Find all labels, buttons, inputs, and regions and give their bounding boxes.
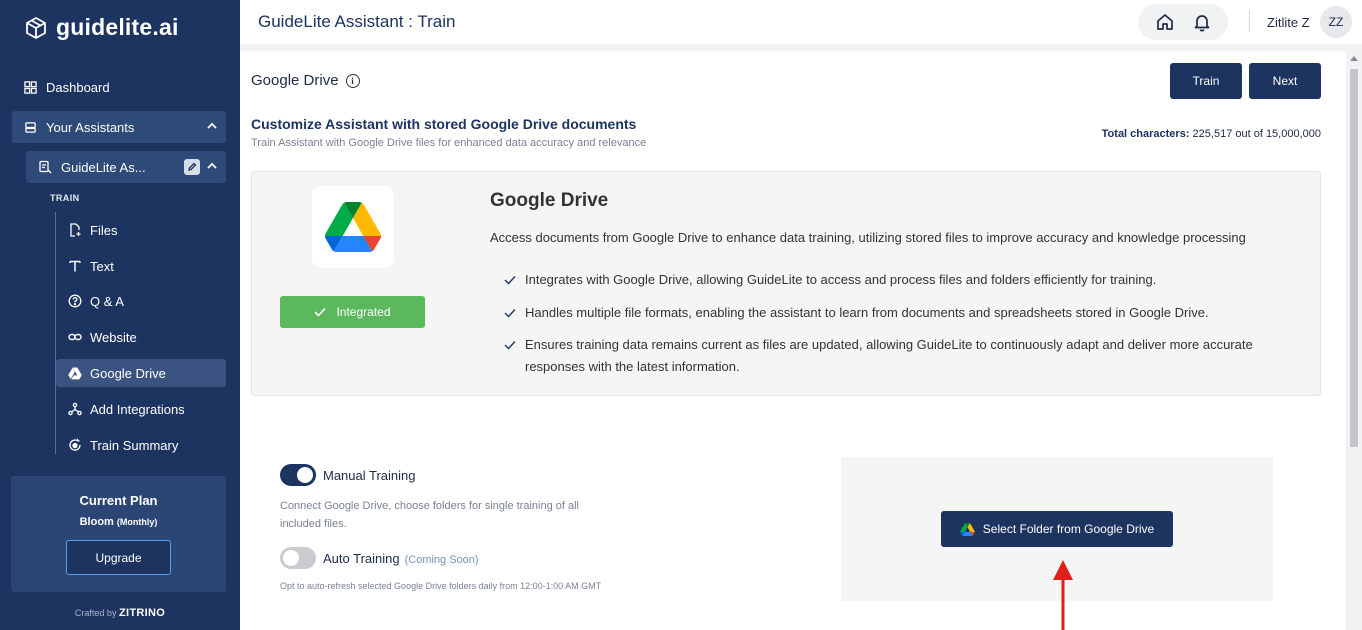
crafted-by: Crafted by ZITRINO <box>74 607 166 619</box>
feature-item: Handles multiple file formats, enabling … <box>504 302 1264 324</box>
pencil-icon <box>188 162 197 171</box>
red-arrow-annotation <box>1053 560 1073 630</box>
google-drive-card: Integrated Google Drive Access documents… <box>251 171 1321 396</box>
sidebar-item-label: Text <box>90 258 114 274</box>
sidebar-item-label: Q & A <box>90 293 124 309</box>
section-title: Google Drive i <box>251 72 360 89</box>
brand-name: guidelite.ai <box>56 14 179 40</box>
vertical-scrollbar[interactable] <box>1346 51 1362 630</box>
sidebar-item-add-integrations[interactable]: Add Integrations <box>56 395 226 423</box>
train-section-label: TRAIN <box>50 193 80 203</box>
sidebar: guidelite.ai Dashboard Your Assistants G… <box>0 0 240 630</box>
avatar[interactable]: ZZ <box>1320 6 1352 38</box>
check-icon <box>314 307 327 317</box>
brand-logo[interactable]: guidelite.ai <box>24 14 179 41</box>
check-icon <box>504 276 516 285</box>
current-plan-card: Current Plan Bloom (Monthly) Upgrade <box>11 476 226 592</box>
next-button[interactable]: Next <box>1249 63 1321 99</box>
sidebar-item-your-assistants[interactable]: Your Assistants <box>12 111 226 143</box>
chevron-up-icon[interactable] <box>206 120 218 132</box>
google-drive-icon <box>325 202 381 252</box>
scroll-up-arrow-icon[interactable] <box>1350 56 1358 61</box>
plan-title: Current Plan <box>79 493 158 508</box>
text-icon <box>69 260 81 272</box>
assistant-icon <box>25 121 36 133</box>
sidebar-item-website[interactable]: Website <box>56 323 226 351</box>
auto-training-toggle[interactable] <box>280 547 316 569</box>
sidebar-item-label: Train Summary <box>90 437 179 453</box>
google-drive-logo <box>312 186 394 268</box>
home-icon[interactable] <box>1155 12 1175 32</box>
integrations-icon <box>68 402 82 416</box>
manual-training-description: Connect Google Drive, choose folders for… <box>280 500 579 530</box>
file-plus-icon <box>70 223 81 237</box>
sidebar-item-label: Add Integrations <box>90 401 185 417</box>
train-button[interactable]: Train <box>1170 63 1242 99</box>
sidebar-item-assistant[interactable]: GuideLite As... <box>26 151 226 183</box>
sidebar-item-label: Files <box>90 222 118 238</box>
sidebar-item-dashboard[interactable]: Dashboard <box>12 71 226 103</box>
google-drive-icon <box>960 522 975 536</box>
manual-training-toggle[interactable] <box>280 464 316 486</box>
dashboard-icon <box>24 80 37 94</box>
sidebar-item-train-summary[interactable]: Train Summary <box>56 431 226 459</box>
sidebar-item-google-drive[interactable]: Google Drive <box>56 359 226 387</box>
bell-icon[interactable] <box>1192 12 1212 32</box>
check-icon <box>504 341 516 350</box>
header-icon-group <box>1138 4 1228 40</box>
question-icon <box>68 294 82 308</box>
sidebar-item-files[interactable]: Files <box>56 216 226 244</box>
total-characters: Total characters: 225,517 out of 15,000,… <box>1101 128 1321 140</box>
check-icon <box>504 309 516 318</box>
card-title: Google Drive <box>490 190 609 211</box>
manual-training-label: Manual Training <box>323 468 416 483</box>
sidebar-item-label: Dashboard <box>46 79 110 95</box>
summary-icon <box>69 438 81 451</box>
customize-subtitle: Train Assistant with Google Drive files … <box>251 137 647 149</box>
feature-item: Ensures training data remains current as… <box>504 334 1264 378</box>
integrated-badge: Integrated <box>280 296 425 328</box>
page-title: GuideLite Assistant : Train <box>258 12 456 31</box>
chevron-up-icon[interactable] <box>206 160 218 172</box>
sidebar-item-label: Website <box>90 329 137 345</box>
scrollbar-thumb[interactable] <box>1350 69 1358 447</box>
sidebar-item-text[interactable]: Text <box>56 252 226 280</box>
upgrade-button[interactable]: Upgrade <box>66 540 171 575</box>
sidebar-item-label: Your Assistants <box>46 119 135 135</box>
main-content: Google Drive i Train Next Customize Assi… <box>240 51 1346 630</box>
edit-assistant-button[interactable] <box>184 159 200 175</box>
plan-name: Bloom (Monthly) <box>79 516 158 528</box>
header-divider <box>1249 10 1250 32</box>
card-description: Access documents from Google Drive to en… <box>490 230 1246 245</box>
customize-title: Customize Assistant with stored Google D… <box>251 116 637 132</box>
sidebar-item-label: Google Drive <box>90 365 166 381</box>
assistant-name: GuideLite As... <box>61 159 146 175</box>
drive-icon <box>68 367 82 379</box>
feature-item: Integrates with Google Drive, allowing G… <box>504 269 1264 291</box>
link-icon <box>68 333 82 341</box>
sidebar-item-qa[interactable]: Q & A <box>56 287 226 315</box>
user-name[interactable]: Zitlite Z <box>1267 15 1310 30</box>
coming-soon-badge: (Coming Soon) <box>404 554 479 566</box>
brand-cube-icon <box>26 16 46 39</box>
info-icon[interactable]: i <box>345 73 360 88</box>
assistant-doc-icon <box>39 160 52 174</box>
select-folder-button[interactable]: Select Folder from Google Drive <box>941 511 1173 547</box>
top-header: GuideLite Assistant : Train Zitlite Z ZZ <box>240 0 1362 44</box>
auto-training-description: Opt to auto-refresh selected Google Driv… <box>280 581 602 591</box>
auto-training-label: Auto Training (Coming Soon) <box>323 551 479 566</box>
